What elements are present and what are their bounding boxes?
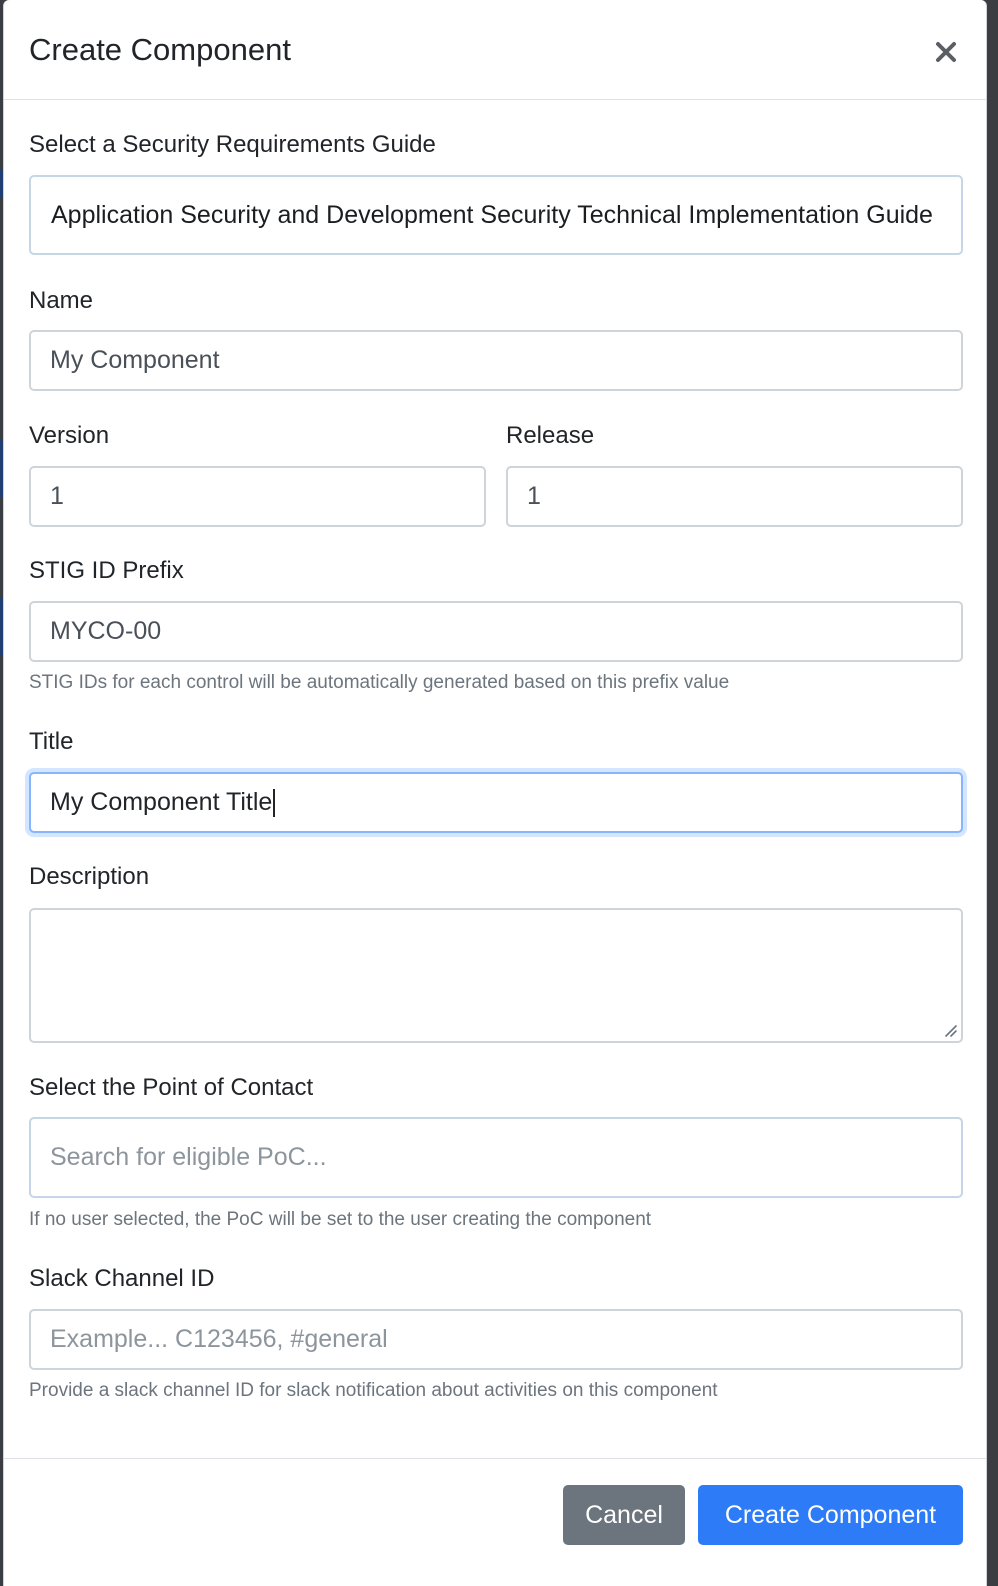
- description-wrapper: [29, 908, 963, 1043]
- srg-selected-value: Application Security and Development Sec…: [51, 201, 933, 229]
- create-component-button[interactable]: Create Component: [698, 1485, 963, 1545]
- close-button[interactable]: [928, 28, 964, 68]
- stig-prefix-help: STIG IDs for each control will be automa…: [29, 672, 730, 693]
- srg-select[interactable]: Application Security and Development Sec…: [29, 175, 963, 255]
- title-label: Title: [29, 728, 74, 755]
- modal-title: Create Component: [29, 32, 291, 67]
- name-label: Name: [29, 287, 94, 314]
- stig-prefix-label: STIG ID Prefix: [29, 557, 184, 584]
- poc-label: Select the Point of Contact: [29, 1074, 314, 1101]
- slack-help: Provide a slack channel ID for slack not…: [29, 1380, 718, 1401]
- version-label: Version: [29, 422, 110, 449]
- resize-grip-icon[interactable]: [943, 1023, 957, 1037]
- description-label: Description: [29, 863, 150, 890]
- close-icon: [936, 42, 956, 62]
- stig-prefix-input[interactable]: [29, 601, 963, 662]
- title-input[interactable]: My Component Title: [29, 772, 963, 833]
- modal-footer: Cancel Create Component: [4, 1458, 986, 1586]
- release-label: Release: [506, 422, 595, 449]
- text-cursor: [273, 789, 276, 818]
- title-input-value: My Component Title: [50, 788, 273, 816]
- poc-help: If no user selected, the PoC will be set…: [29, 1209, 652, 1230]
- create-component-modal: Create Component Select a Security Requi…: [3, 0, 987, 1586]
- description-textarea[interactable]: [29, 908, 963, 1043]
- slack-channel-input[interactable]: [29, 1309, 963, 1370]
- cancel-button[interactable]: Cancel: [563, 1485, 685, 1545]
- modal-header: Create Component: [4, 0, 986, 100]
- slack-label: Slack Channel ID: [29, 1265, 215, 1292]
- poc-search-input[interactable]: [29, 1117, 963, 1198]
- srg-label: Select a Security Requirements Guide: [29, 131, 436, 158]
- version-input[interactable]: [29, 466, 486, 527]
- name-input[interactable]: [29, 330, 963, 391]
- release-input[interactable]: [506, 466, 963, 527]
